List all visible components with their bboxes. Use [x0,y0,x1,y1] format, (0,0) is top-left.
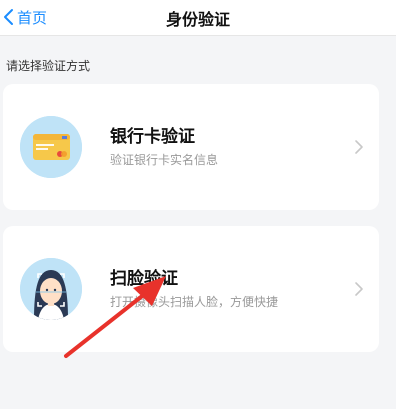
section-hint: 请选择验证方式 [6,59,91,73]
face-scan-icon [20,258,82,320]
option-subtitle: 打开摄像头扫描人脸，方便快捷 [110,295,279,309]
bank-card-icon [20,116,82,178]
chevron-right-icon [355,282,363,296]
option-title: 银行卡验证 [110,127,195,147]
option-subtitle: 验证银行卡实名信息 [110,153,219,167]
option-title: 扫脸验证 [110,269,178,289]
page-title: 身份验证 [165,10,230,29]
chevron-right-icon [355,140,363,154]
face-scan-verification-option[interactable]: 扫脸验证 打开摄像头扫描人脸，方便快捷 [3,226,379,352]
top-navigation-bar: 首页 身份验证 [0,0,396,36]
bank-card-verification-option[interactable]: 银行卡验证 验证银行卡实名信息 [3,84,379,210]
